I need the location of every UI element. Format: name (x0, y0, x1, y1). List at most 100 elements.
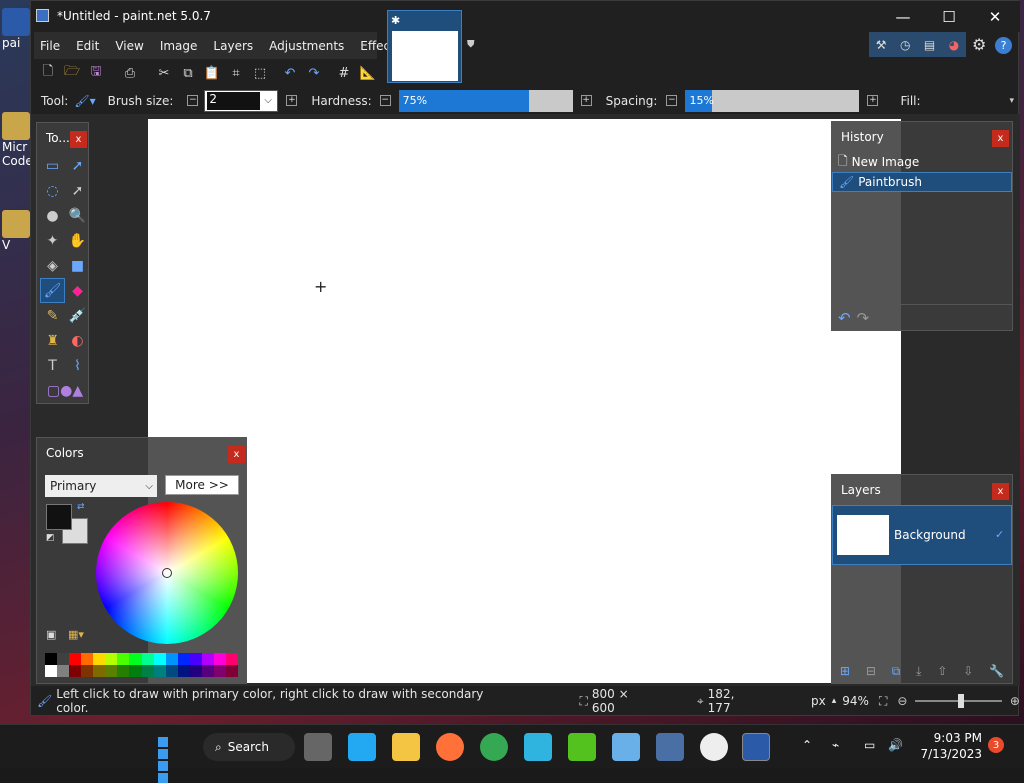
palette-swatch[interactable] (81, 665, 94, 677)
chrome-icon[interactable] (480, 733, 508, 761)
move-selection-icon[interactable]: ➚ (65, 178, 90, 203)
palette-swatch[interactable] (45, 653, 58, 665)
copy-icon[interactable]: ⧉ (177, 63, 199, 83)
paintbrush-tool-icon[interactable]: 🖌▾ (74, 94, 95, 108)
hardness-slider[interactable]: 75% (398, 89, 573, 112)
new-icon[interactable]: 🗋 (37, 63, 59, 83)
spreadsheet-icon[interactable] (568, 733, 596, 761)
camera-icon[interactable] (656, 733, 684, 761)
recolor-icon[interactable]: ◐ (65, 328, 90, 353)
close-button[interactable]: ✕ (972, 1, 1018, 32)
zoom-in-icon[interactable]: ⊕ (1010, 694, 1020, 708)
palette-swatch[interactable] (117, 653, 130, 665)
gradient-icon[interactable]: ■ (65, 253, 90, 278)
brush-size-field[interactable]: 2 ⌵ (204, 89, 279, 112)
palette-swatch[interactable] (141, 653, 154, 665)
unit-selector[interactable]: px (811, 694, 826, 708)
desktop-icon-vscode[interactable]: Micr Code (2, 112, 33, 168)
clock-app-icon[interactable] (700, 733, 728, 761)
title-bar[interactable]: *Untitled - paint.net 5.0.7 — ☐ ✕ (31, 1, 1020, 32)
paintnet-taskbar-icon[interactable] (742, 733, 770, 761)
network-icon[interactable]: ⌁ (832, 738, 839, 752)
duplicate-layer-icon[interactable]: ⧉ (892, 664, 901, 679)
help-icon[interactable]: ? (995, 37, 1012, 54)
palette-swatch[interactable] (117, 665, 130, 677)
options-overflow-icon[interactable]: ▾ (1009, 96, 1014, 106)
redo-icon[interactable]: ↷ (857, 309, 870, 327)
ellipse-select-icon[interactable]: ● (40, 203, 65, 228)
zoom-slider-thumb[interactable] (958, 694, 965, 708)
palette-swatch[interactable] (105, 665, 118, 677)
reset-colors-icon[interactable]: ◩ (46, 533, 55, 543)
vscode-icon[interactable] (348, 733, 376, 761)
palette-swatch[interactable] (225, 665, 238, 677)
history-item-paintbrush[interactable]: 🖌 Paintbrush (832, 172, 1012, 192)
move-layer-down-icon[interactable]: ⇩ (963, 664, 973, 678)
menu-image[interactable]: Image (160, 39, 198, 53)
hardness-decrease-button[interactable]: − (379, 95, 391, 106)
tools-panel-close-button[interactable]: x (70, 131, 87, 148)
delete-layer-icon[interactable]: ⊟ (866, 664, 876, 678)
primary-color-swatch[interactable] (46, 504, 72, 530)
swap-colors-icon[interactable]: ⇄ (77, 502, 85, 512)
palette-swatch[interactable] (105, 653, 118, 665)
palette-menu-icon[interactable]: ▦▾ (68, 628, 84, 641)
redo-icon[interactable]: ↷ (303, 63, 325, 83)
palette-swatch[interactable] (165, 665, 178, 677)
layers-panel-close-button[interactable]: x (992, 483, 1009, 500)
search-box[interactable]: ⌕ Search (203, 733, 295, 761)
layer-row-background[interactable]: Background ✓ (832, 505, 1012, 565)
palette-swatch[interactable] (129, 665, 142, 677)
open-icon[interactable]: 🗁 (61, 63, 83, 83)
palette-swatch[interactable] (93, 653, 106, 665)
text-icon[interactable]: T (40, 353, 65, 378)
minimize-button[interactable]: — (880, 1, 926, 32)
history-toggle-icon[interactable]: ◷ (900, 38, 910, 52)
layer-properties-icon[interactable]: 🔧 (989, 664, 1004, 678)
file-explorer-icon[interactable] (392, 733, 420, 761)
palette-swatch[interactable] (177, 665, 190, 677)
palette-swatch[interactable] (201, 653, 214, 665)
ruler-icon[interactable]: 📐 (357, 63, 379, 83)
palette-swatch[interactable] (93, 665, 106, 677)
brush-size-decrease-button[interactable]: − (187, 95, 199, 106)
deselect-icon[interactable]: ⬚ (249, 63, 271, 83)
spacing-slider[interactable]: 15% (685, 89, 860, 112)
grid-icon[interactable]: # (333, 63, 355, 83)
palette-swatch[interactable] (57, 653, 70, 665)
cut-icon[interactable]: ✂ (153, 63, 175, 83)
image-canvas[interactable]: + (148, 119, 901, 683)
palette-swatch[interactable] (189, 653, 202, 665)
zoom-out-icon[interactable]: ⊖ (897, 694, 907, 708)
move-layer-up-icon[interactable]: ⇧ (937, 664, 947, 678)
menu-view[interactable]: View (115, 39, 143, 53)
spacing-increase-button[interactable]: + (867, 95, 879, 106)
palette-swatch[interactable] (45, 665, 58, 677)
print-icon[interactable]: ⎙ (119, 63, 141, 83)
more-colors-button[interactable]: More >> (165, 475, 239, 495)
colors-panel-close-button[interactable]: x (228, 446, 245, 463)
save-icon[interactable]: 🖫 (85, 63, 107, 83)
menu-file[interactable]: File (40, 39, 60, 53)
shapes-icon[interactable]: ▢●▲ (40, 378, 90, 403)
brush-size-increase-button[interactable]: + (286, 95, 298, 106)
menu-edit[interactable]: Edit (76, 39, 99, 53)
palette-swatch[interactable] (213, 665, 226, 677)
palette-swatch[interactable] (165, 653, 178, 665)
color-wheel[interactable] (96, 502, 238, 644)
color-mode-dropdown[interactable]: Primary ⌵ (45, 475, 157, 497)
palette-swatch[interactable] (141, 665, 154, 677)
colors-toggle-icon[interactable]: ◕ (949, 38, 959, 52)
desktop-icon-paint[interactable]: pai (2, 8, 32, 50)
palette-swatch[interactable] (57, 665, 70, 677)
line-curve-icon[interactable]: ⌇ (65, 353, 90, 378)
palette-swatch[interactable] (201, 665, 214, 677)
add-layer-icon[interactable]: ⊞ (840, 664, 850, 678)
clone-stamp-icon[interactable]: ♜ (40, 328, 65, 353)
spacing-decrease-button[interactable]: − (666, 95, 678, 106)
layer-visibility-checkbox[interactable]: ✓ (995, 528, 1004, 541)
move-selected-icon[interactable]: ➚ (65, 153, 90, 178)
merge-layer-icon[interactable]: ⤓ (916, 664, 921, 679)
volume-icon[interactable]: 🔊 (888, 738, 903, 752)
clock[interactable]: 9:03 PM 7/13/2023 (920, 730, 982, 762)
